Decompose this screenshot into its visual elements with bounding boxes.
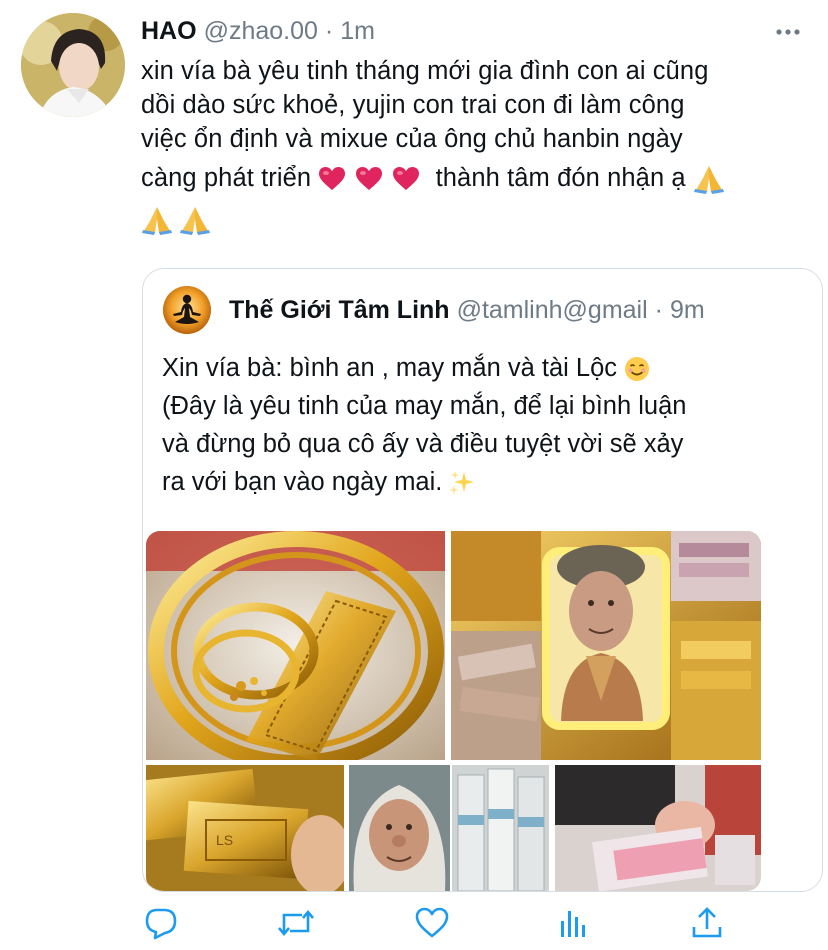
share-icon[interactable] (689, 905, 725, 941)
tweet-text-line: càng phát triển thành tâm đón nhận ạ (141, 156, 811, 200)
quoted-author-handle[interactable]: @tamlinh@gmail (457, 296, 648, 325)
separator-dot: · (654, 295, 663, 324)
old-woman-portrait-image[interactable] (349, 765, 450, 891)
old-woman-gold-collage-image[interactable] (451, 531, 761, 760)
meditation-logo-icon (163, 286, 211, 334)
money-bundles-image[interactable] (452, 765, 549, 891)
reply-icon[interactable] (143, 905, 179, 941)
tweet-text-line: xin vía bà yêu tinh tháng mới gia đình c… (141, 57, 709, 85)
tweet-text-line: việc ổn định và mixue của ông chủ hanbin… (141, 125, 683, 153)
heart-emoji-icon (393, 167, 420, 191)
tweet-text-line: dồi dào sức khoẻ, yujin con trai con đi … (141, 91, 685, 119)
tweet-header: HAO @zhao.00 · 1m (141, 12, 375, 50)
separator-dot: · (324, 16, 334, 45)
smiling-face-emoji-icon (625, 357, 650, 382)
tweet-text-segment: càng phát triển (141, 164, 319, 192)
folded-hands-emoji-icon (180, 207, 210, 236)
quoted-text-line: (Đây là yêu tinh của may mắn, để lại bìn… (162, 392, 687, 420)
sparkles-emoji-icon (449, 471, 475, 496)
heart-emoji-icon (319, 167, 346, 191)
gold-bars-image[interactable]: LS (146, 765, 344, 891)
tweet-text-segment: thành tâm đón nhận ạ (428, 164, 693, 192)
quoted-tweet-header: Thế Giới Tâm Linh @tamlinh@gmail · 9m (229, 291, 705, 329)
quoted-text-line: ra với bạn vào ngày mai. (162, 463, 802, 501)
retweet-icon[interactable] (276, 905, 316, 941)
quoted-tweet-card[interactable]: Thế Giới Tâm Linh @tamlinh@gmail · 9m Xi… (142, 268, 823, 892)
gold-bracelets-image[interactable] (146, 531, 445, 760)
quoted-author-avatar[interactable] (163, 286, 211, 334)
author-name[interactable]: HAO (141, 17, 197, 46)
quoted-tweet-text: Xin vía bà: bình an , may mắn và tài Lộc… (162, 349, 802, 501)
quoted-text-segment: Xin vía bà: bình an , may mắn và tài Lộc (162, 354, 625, 382)
more-options-icon[interactable] (776, 24, 800, 35)
quoted-tweet-timestamp[interactable]: 9m (670, 296, 705, 325)
quoted-media-grid[interactable]: LS (146, 531, 761, 891)
avatar-photo (21, 13, 125, 117)
tweet-timestamp[interactable]: 1m (340, 17, 375, 46)
like-icon[interactable] (414, 905, 450, 941)
folded-hands-emoji-icon (142, 207, 172, 236)
analytics-icon[interactable] (555, 905, 591, 941)
svg-text:LS: LS (216, 832, 233, 848)
heart-emoji-icon (356, 167, 383, 191)
quoted-text-line: Xin vía bà: bình an , may mắn và tài Lộc (162, 349, 802, 387)
quoted-text-line: và đừng bỏ qua cô ấy và điều tuyệt vời s… (162, 430, 684, 458)
tweet-text: xin vía bà yêu tinh tháng mới gia đình c… (141, 54, 811, 242)
quoted-text-segment: ra với bạn vào ngày mai. (162, 468, 450, 496)
tweet-emoji-line (141, 202, 811, 242)
author-handle[interactable]: @zhao.00 (204, 17, 318, 46)
hands-cash-image[interactable] (555, 765, 761, 891)
author-avatar[interactable] (21, 13, 125, 117)
quoted-author-name[interactable]: Thế Giới Tâm Linh (229, 296, 450, 325)
folded-hands-emoji-icon (693, 166, 724, 195)
tweet-action-bar (0, 905, 828, 945)
